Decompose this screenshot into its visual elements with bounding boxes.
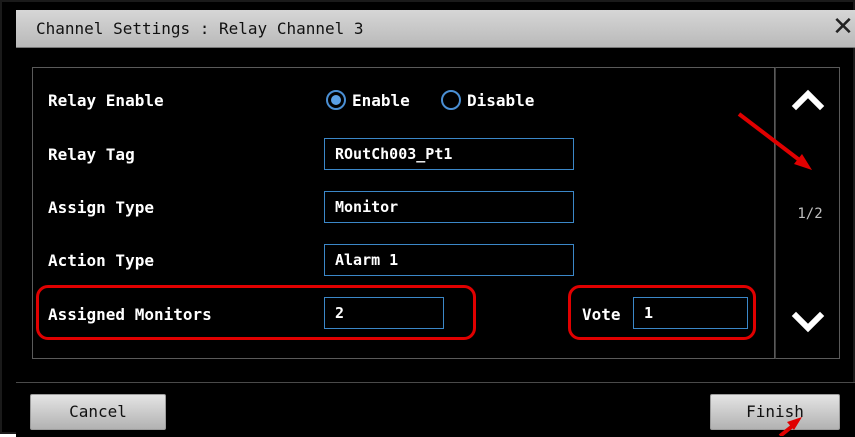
- disable-radio[interactable]: [441, 90, 461, 110]
- cancel-button[interactable]: Cancel: [30, 394, 166, 430]
- relay-tag-field[interactable]: ROutCh003_Pt1: [324, 138, 574, 170]
- disable-radio-label[interactable]: Disable: [467, 91, 534, 110]
- assign-type-field[interactable]: Monitor: [324, 191, 574, 223]
- chevron-up-icon[interactable]: [790, 84, 826, 114]
- chevron-down-icon[interactable]: [790, 308, 826, 338]
- assigned-monitors-highlight: [36, 285, 476, 340]
- dialog-title: Channel Settings : Relay Channel 3: [36, 19, 364, 38]
- action-type-label: Action Type: [48, 251, 154, 270]
- close-icon[interactable]: ✕: [829, 13, 855, 41]
- relay-enable-label: Relay Enable: [48, 91, 164, 110]
- enable-radio-label[interactable]: Enable: [352, 91, 410, 110]
- enable-radio[interactable]: [326, 90, 346, 110]
- assign-type-label: Assign Type: [48, 198, 154, 217]
- channel-settings-dialog: Channel Settings : Relay Channel 3 ✕ Rel…: [0, 0, 855, 437]
- page-indicator: 1/2: [797, 206, 823, 222]
- action-type-field[interactable]: Alarm 1: [324, 244, 574, 276]
- title-bar: Channel Settings : Relay Channel 3 ✕: [16, 10, 855, 48]
- relay-tag-label: Relay Tag: [48, 145, 135, 164]
- finish-button[interactable]: Finish: [710, 394, 840, 430]
- vote-highlight: [568, 285, 756, 340]
